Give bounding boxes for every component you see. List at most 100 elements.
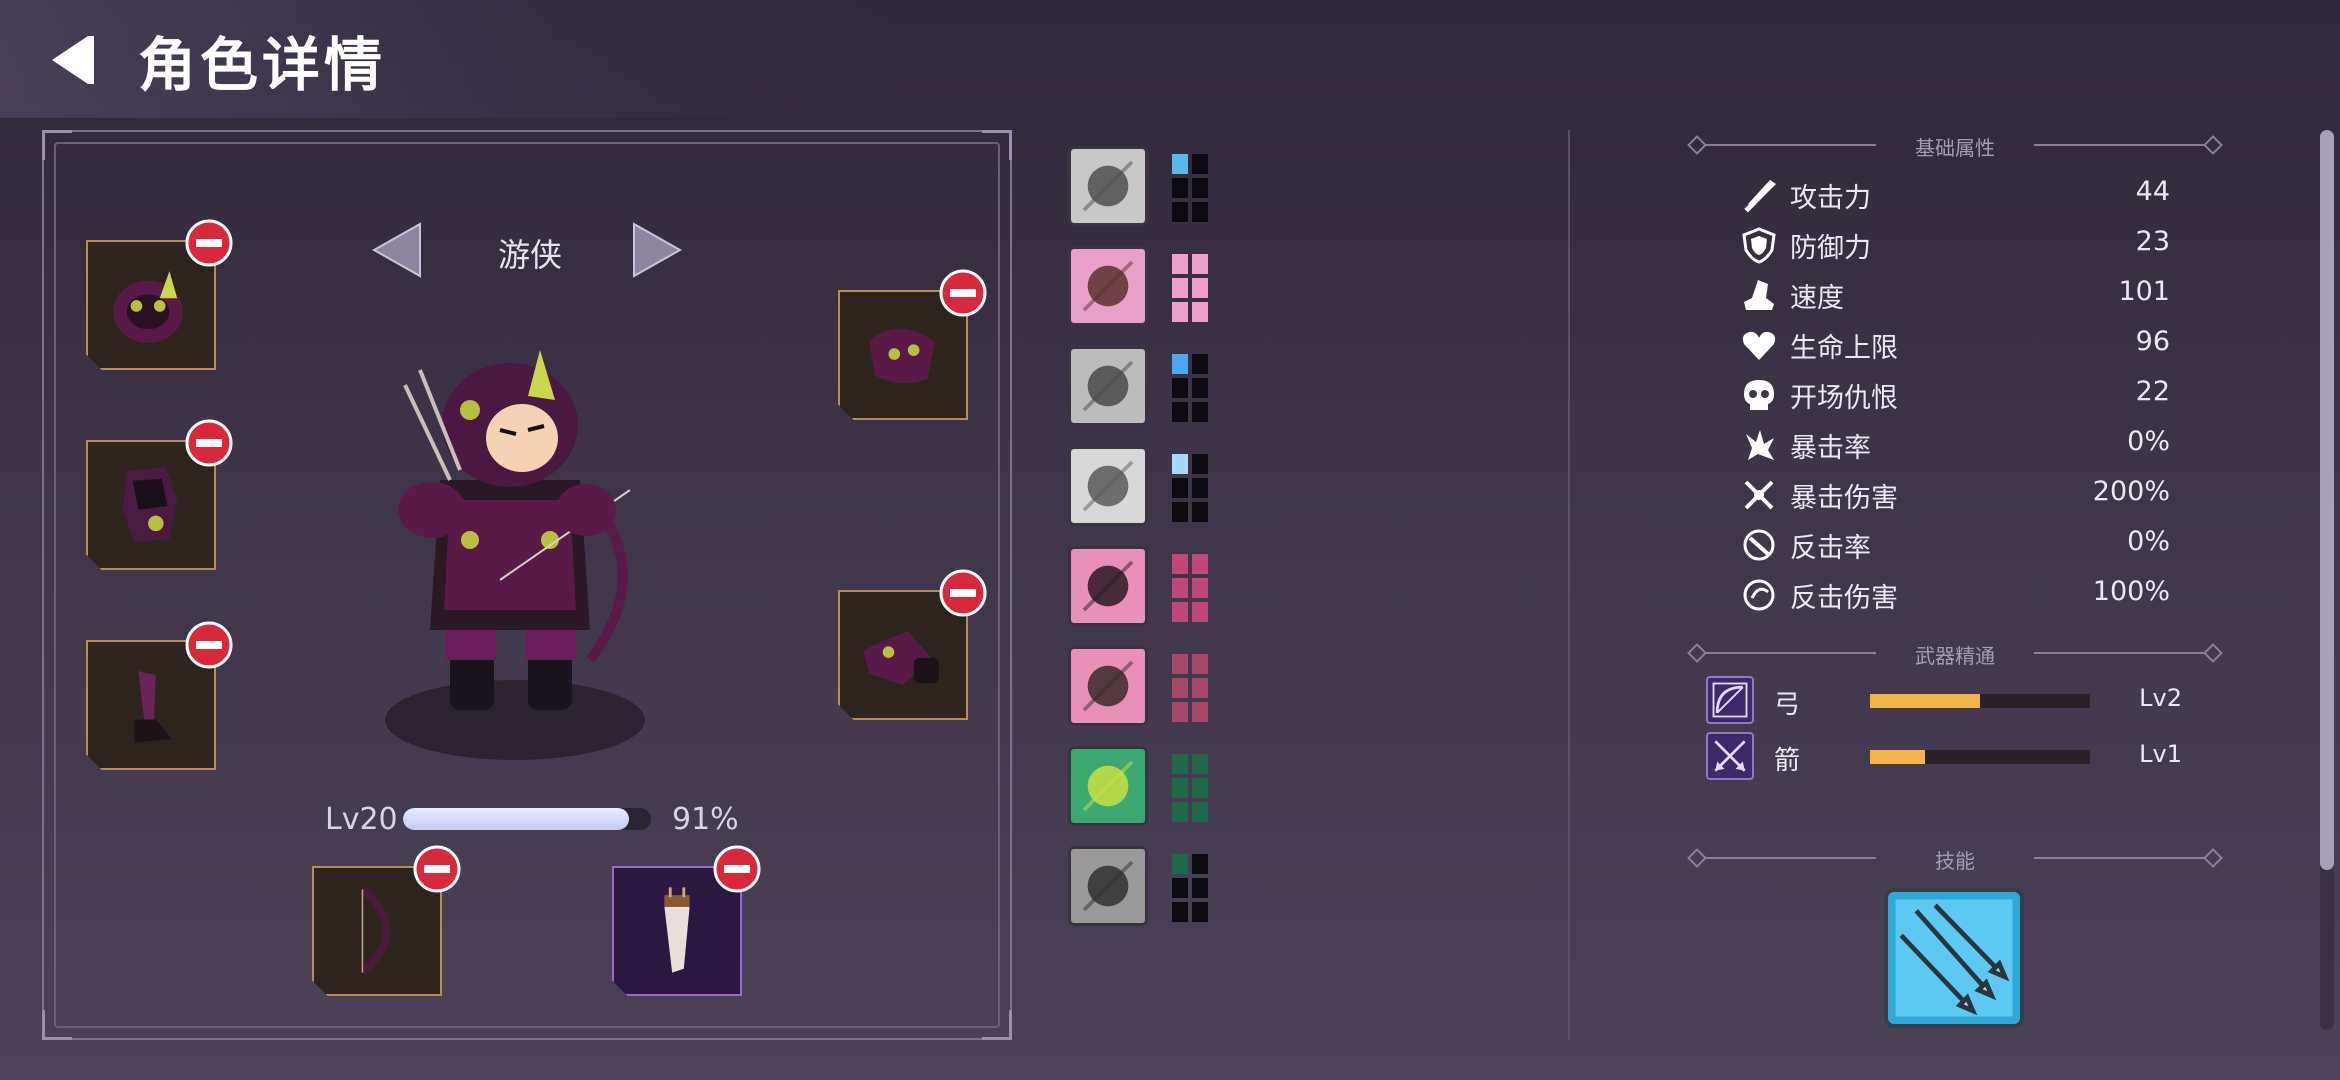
stat-row: 暴击伤害 200% [1740,472,2170,516]
gem-pip [1172,854,1188,874]
multi-arrow-skill-icon[interactable] [1884,888,2024,1028]
mastery-progress-fill [1870,694,1980,708]
gem-pip [1192,778,1208,798]
stat-row: 速度 101 [1740,272,2170,316]
remove-boots-button[interactable] [184,620,234,670]
heart-icon [1740,326,1778,364]
gem-slot-pips [1172,354,1208,422]
remove-armor-button[interactable] [184,418,234,468]
stat-row: 暴击率 0% [1740,422,2170,466]
next-class-button[interactable] [630,220,684,280]
gem-pip [1192,154,1208,174]
stat-name: 防御力 [1790,233,1871,264]
stat-name: 暴击伤害 [1790,483,1898,514]
level-label: Lv20 [325,802,398,837]
xp-percent: 91% [672,802,739,837]
mastery-progress-bar [1870,750,2090,764]
remove-icon [185,219,233,267]
stat-row: 开场仇恨 22 [1740,372,2170,416]
stat-name: 暴击率 [1790,433,1871,464]
mastery-row[interactable]: 箭 Lv1 [1706,732,2206,786]
poison-rune-icon[interactable] [1068,746,1148,826]
gem-pip [1172,302,1188,322]
remove-shoulder-button[interactable] [938,268,988,318]
remove-icon [185,621,233,669]
stat-value: 22 [2135,376,2170,407]
remove-icon [185,419,233,467]
stat-name: 生命上限 [1790,333,1898,364]
back-button[interactable] [42,30,102,90]
mastery-level: Lv2 [2139,684,2182,712]
stat-value: 100% [2092,576,2170,607]
boot-icon [1740,276,1778,314]
gem-pip [1172,554,1188,574]
panel-divider [1568,130,1570,1040]
remove-icon [713,845,761,893]
prev-class-button[interactable] [370,220,424,280]
stat-name: 反击伤害 [1790,583,1898,614]
gem-pip [1172,754,1188,774]
bone-rune-icon[interactable] [1068,346,1148,426]
gem-pip [1172,878,1188,898]
gate-rune-icon[interactable] [1068,846,1148,926]
chevron-right-icon [633,222,683,278]
claw-rune-icon[interactable] [1068,546,1148,626]
gem-pip [1172,278,1188,298]
gem-pip [1192,678,1208,698]
arrow-mastery-icon [1706,732,1754,780]
gem-pip [1192,278,1208,298]
gem-pip [1192,302,1208,322]
gem-slot-pips [1172,854,1208,922]
stat-value: 44 [2135,176,2170,207]
ogre-rune-icon[interactable] [1068,146,1148,226]
page-title: 角色详情 [138,31,387,99]
gem-pip [1192,802,1208,822]
gem-pip [1192,202,1208,222]
spirit-rune-icon[interactable] [1068,446,1148,526]
remove-helmet-button[interactable] [184,218,234,268]
remove-quiver-button[interactable] [712,844,762,894]
gem-pip [1192,902,1208,922]
gem-pip [1172,602,1188,622]
mastery-row[interactable]: 弓 Lv2 [1706,676,2206,730]
remove-icon [939,569,987,617]
xp-bar-fill [403,808,629,830]
stat-row: 攻击力 44 [1740,172,2170,216]
mastery-name: 弓 [1774,690,1801,720]
remove-bow-button[interactable] [412,844,462,894]
shield-icon [1740,226,1778,264]
gem-pip [1192,454,1208,474]
gem-pip [1172,154,1188,174]
scrollbar-thumb[interactable] [2320,130,2334,870]
gem-pip [1192,854,1208,874]
stats-section-header: 基础属性 [1687,130,2223,160]
gem-pip [1192,754,1208,774]
gem-pip [1172,402,1188,422]
gem-slot-pips [1172,554,1208,622]
remove-icon [939,269,987,317]
gem-pip [1192,654,1208,674]
stat-value: 96 [2135,326,2170,357]
stat-value: 200% [2092,476,2170,507]
gem-pip [1192,702,1208,722]
stat-row: 反击率 0% [1740,522,2170,566]
gem-pip [1192,354,1208,374]
stat-row: 反击伤害 100% [1740,572,2170,616]
sword-icon [1740,176,1778,214]
stat-value: 0% [2127,526,2170,557]
counter-damage-icon [1740,576,1778,614]
gem-pip [1172,254,1188,274]
stats-section-label: 基础属性 [1915,136,1995,160]
boot-rune-icon[interactable] [1068,246,1148,326]
stat-name: 反击率 [1790,533,1871,564]
mastery-level: Lv1 [2139,740,2182,768]
remove-gloves-button[interactable] [938,568,988,618]
chevron-left-icon [371,222,421,278]
stat-row: 生命上限 96 [1740,322,2170,366]
mastery-progress-bar [1870,694,2090,708]
gem-pip [1192,402,1208,422]
cross-blade-rune-icon[interactable] [1068,646,1148,726]
skills-section-label: 技能 [1935,849,1975,873]
gem-pip [1172,502,1188,522]
crit-icon [1740,426,1778,464]
